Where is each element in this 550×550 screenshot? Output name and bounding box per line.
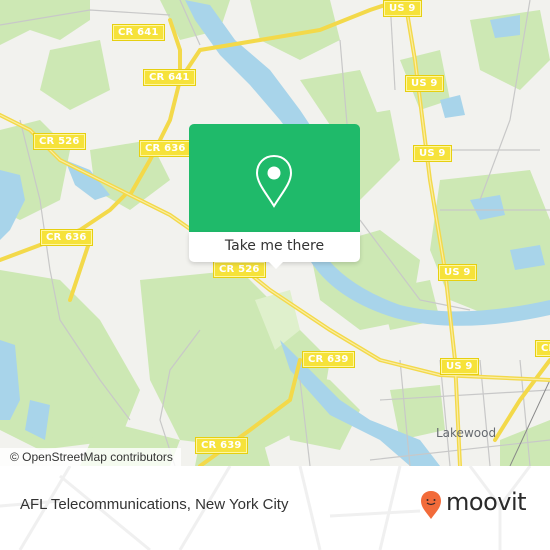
road-label-cr: CR — [535, 340, 550, 357]
take-me-there-button[interactable]: Take me there — [189, 232, 360, 262]
road-label-cr636: CR 636 — [40, 229, 93, 246]
road-label-cr641: CR 641 — [112, 24, 165, 41]
road-label-cr641: CR 641 — [143, 69, 196, 86]
road-label-cr639: CR 639 — [195, 437, 248, 454]
take-me-there-label: Take me there — [224, 238, 325, 254]
road-label-cr636: CR 636 — [139, 140, 192, 157]
map-pin-icon — [255, 154, 293, 208]
moovit-wordmark: moovit — [446, 488, 527, 516]
road-label-cr639: CR 639 — [302, 351, 355, 368]
road-label-us9: US 9 — [438, 264, 477, 281]
map-attribution[interactable]: © OpenStreetMap contributors — [0, 448, 181, 466]
road-label-us9: US 9 — [440, 358, 479, 375]
road-label-cr526: CR 526 — [33, 133, 86, 150]
moovit-pin-icon — [421, 491, 441, 519]
popup-tail — [268, 261, 284, 269]
location-popup: Take me there — [189, 124, 360, 269]
road-label-cr526: CR 526 — [213, 261, 266, 278]
footer: AFL Telecommunications, New York City mo… — [0, 466, 550, 550]
road-label-us9: US 9 — [405, 75, 444, 92]
road-label-us9: US 9 — [413, 145, 452, 162]
popup-header[interactable] — [189, 124, 360, 232]
place-title: AFL Telecommunications, New York City — [20, 496, 289, 513]
map[interactable]: CR 641 CR 641 CR 526 CR 636 CR 636 CR 52… — [0, 0, 550, 466]
road-label-us9: US 9 — [383, 0, 422, 17]
place-label-lakewood: Lakewood — [436, 426, 497, 440]
